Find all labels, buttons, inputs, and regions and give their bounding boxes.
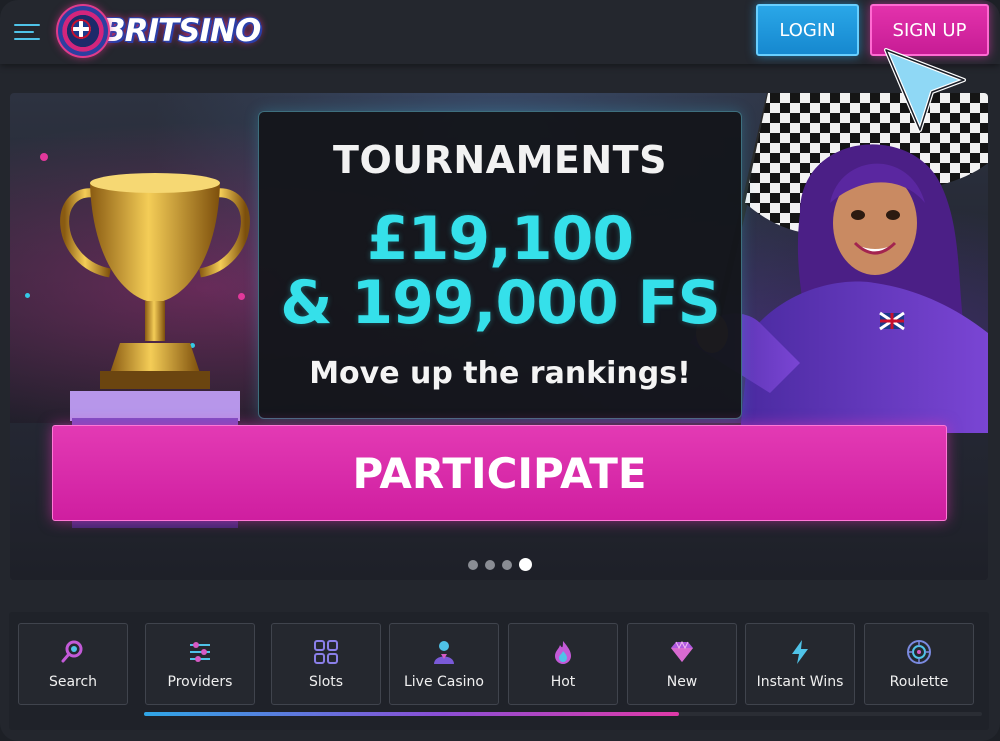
- category-strip: Search Providers Slots Live Casino Hot N…: [9, 612, 989, 730]
- sparkle: [40, 153, 48, 161]
- promo-title: TOURNAMENTS: [333, 138, 667, 182]
- fire-icon: [550, 639, 576, 665]
- category-roulette[interactable]: Roulette: [864, 623, 974, 705]
- live-dealer-icon: [431, 639, 457, 665]
- category-hot[interactable]: Hot: [508, 623, 618, 705]
- free-spins-amount: & 199,000 FS: [280, 268, 721, 338]
- category-label: Roulette: [889, 674, 949, 690]
- category-slots[interactable]: Slots: [271, 623, 381, 705]
- category-providers[interactable]: Providers: [145, 623, 255, 705]
- category-scrollbar-thumb[interactable]: [144, 712, 679, 716]
- prize-amount: £19,100: [366, 204, 634, 274]
- hamburger-menu-icon[interactable]: [14, 24, 40, 42]
- carousel-dot[interactable]: [485, 559, 495, 570]
- category-label: Slots: [308, 674, 344, 690]
- category-label: Providers: [167, 674, 233, 690]
- category-label: Search: [48, 674, 98, 690]
- category-search[interactable]: Search: [18, 623, 128, 705]
- category-new[interactable]: New: [627, 623, 737, 705]
- union-jack-badge-icon: [56, 4, 110, 58]
- category-label: New: [666, 674, 698, 690]
- carousel-pagination: [468, 558, 532, 571]
- providers-icon: [187, 639, 213, 665]
- category-label: Instant Wins: [756, 674, 844, 690]
- category-live-casino[interactable]: Live Casino: [389, 623, 499, 705]
- tournament-promo-card: TOURNAMENTS £19,100 & 199,000 FS Move up…: [258, 111, 742, 419]
- carousel-dot-active[interactable]: [519, 558, 532, 571]
- search-icon: [60, 639, 86, 665]
- roulette-icon: [906, 639, 932, 665]
- brand-name: BRITSINO: [102, 13, 261, 49]
- login-button[interactable]: LOGIN: [756, 4, 859, 56]
- carousel-dot[interactable]: [468, 559, 478, 570]
- carousel-dot[interactable]: [502, 559, 512, 570]
- category-label: Live Casino: [403, 674, 484, 690]
- brand-logo[interactable]: BRITSINO: [56, 4, 261, 58]
- pointer-cursor-icon: [884, 48, 966, 132]
- category-label: Hot: [550, 674, 576, 690]
- top-header: BRITSINO LOGIN SIGN UP: [0, 0, 1000, 64]
- app-frame: BRITSINO LOGIN SIGN UP TOURNAMENTS £19,1…: [0, 0, 1000, 741]
- promo-banner[interactable]: 1: [10, 93, 988, 580]
- promo-subtitle: Move up the rankings!: [309, 356, 691, 391]
- slots-icon: [313, 639, 339, 665]
- lightning-icon: [787, 639, 813, 665]
- sparkle: [25, 293, 30, 298]
- category-instant-wins[interactable]: Instant Wins: [745, 623, 855, 705]
- participate-button[interactable]: PARTICIPATE: [52, 425, 947, 521]
- diamond-icon: [669, 639, 695, 665]
